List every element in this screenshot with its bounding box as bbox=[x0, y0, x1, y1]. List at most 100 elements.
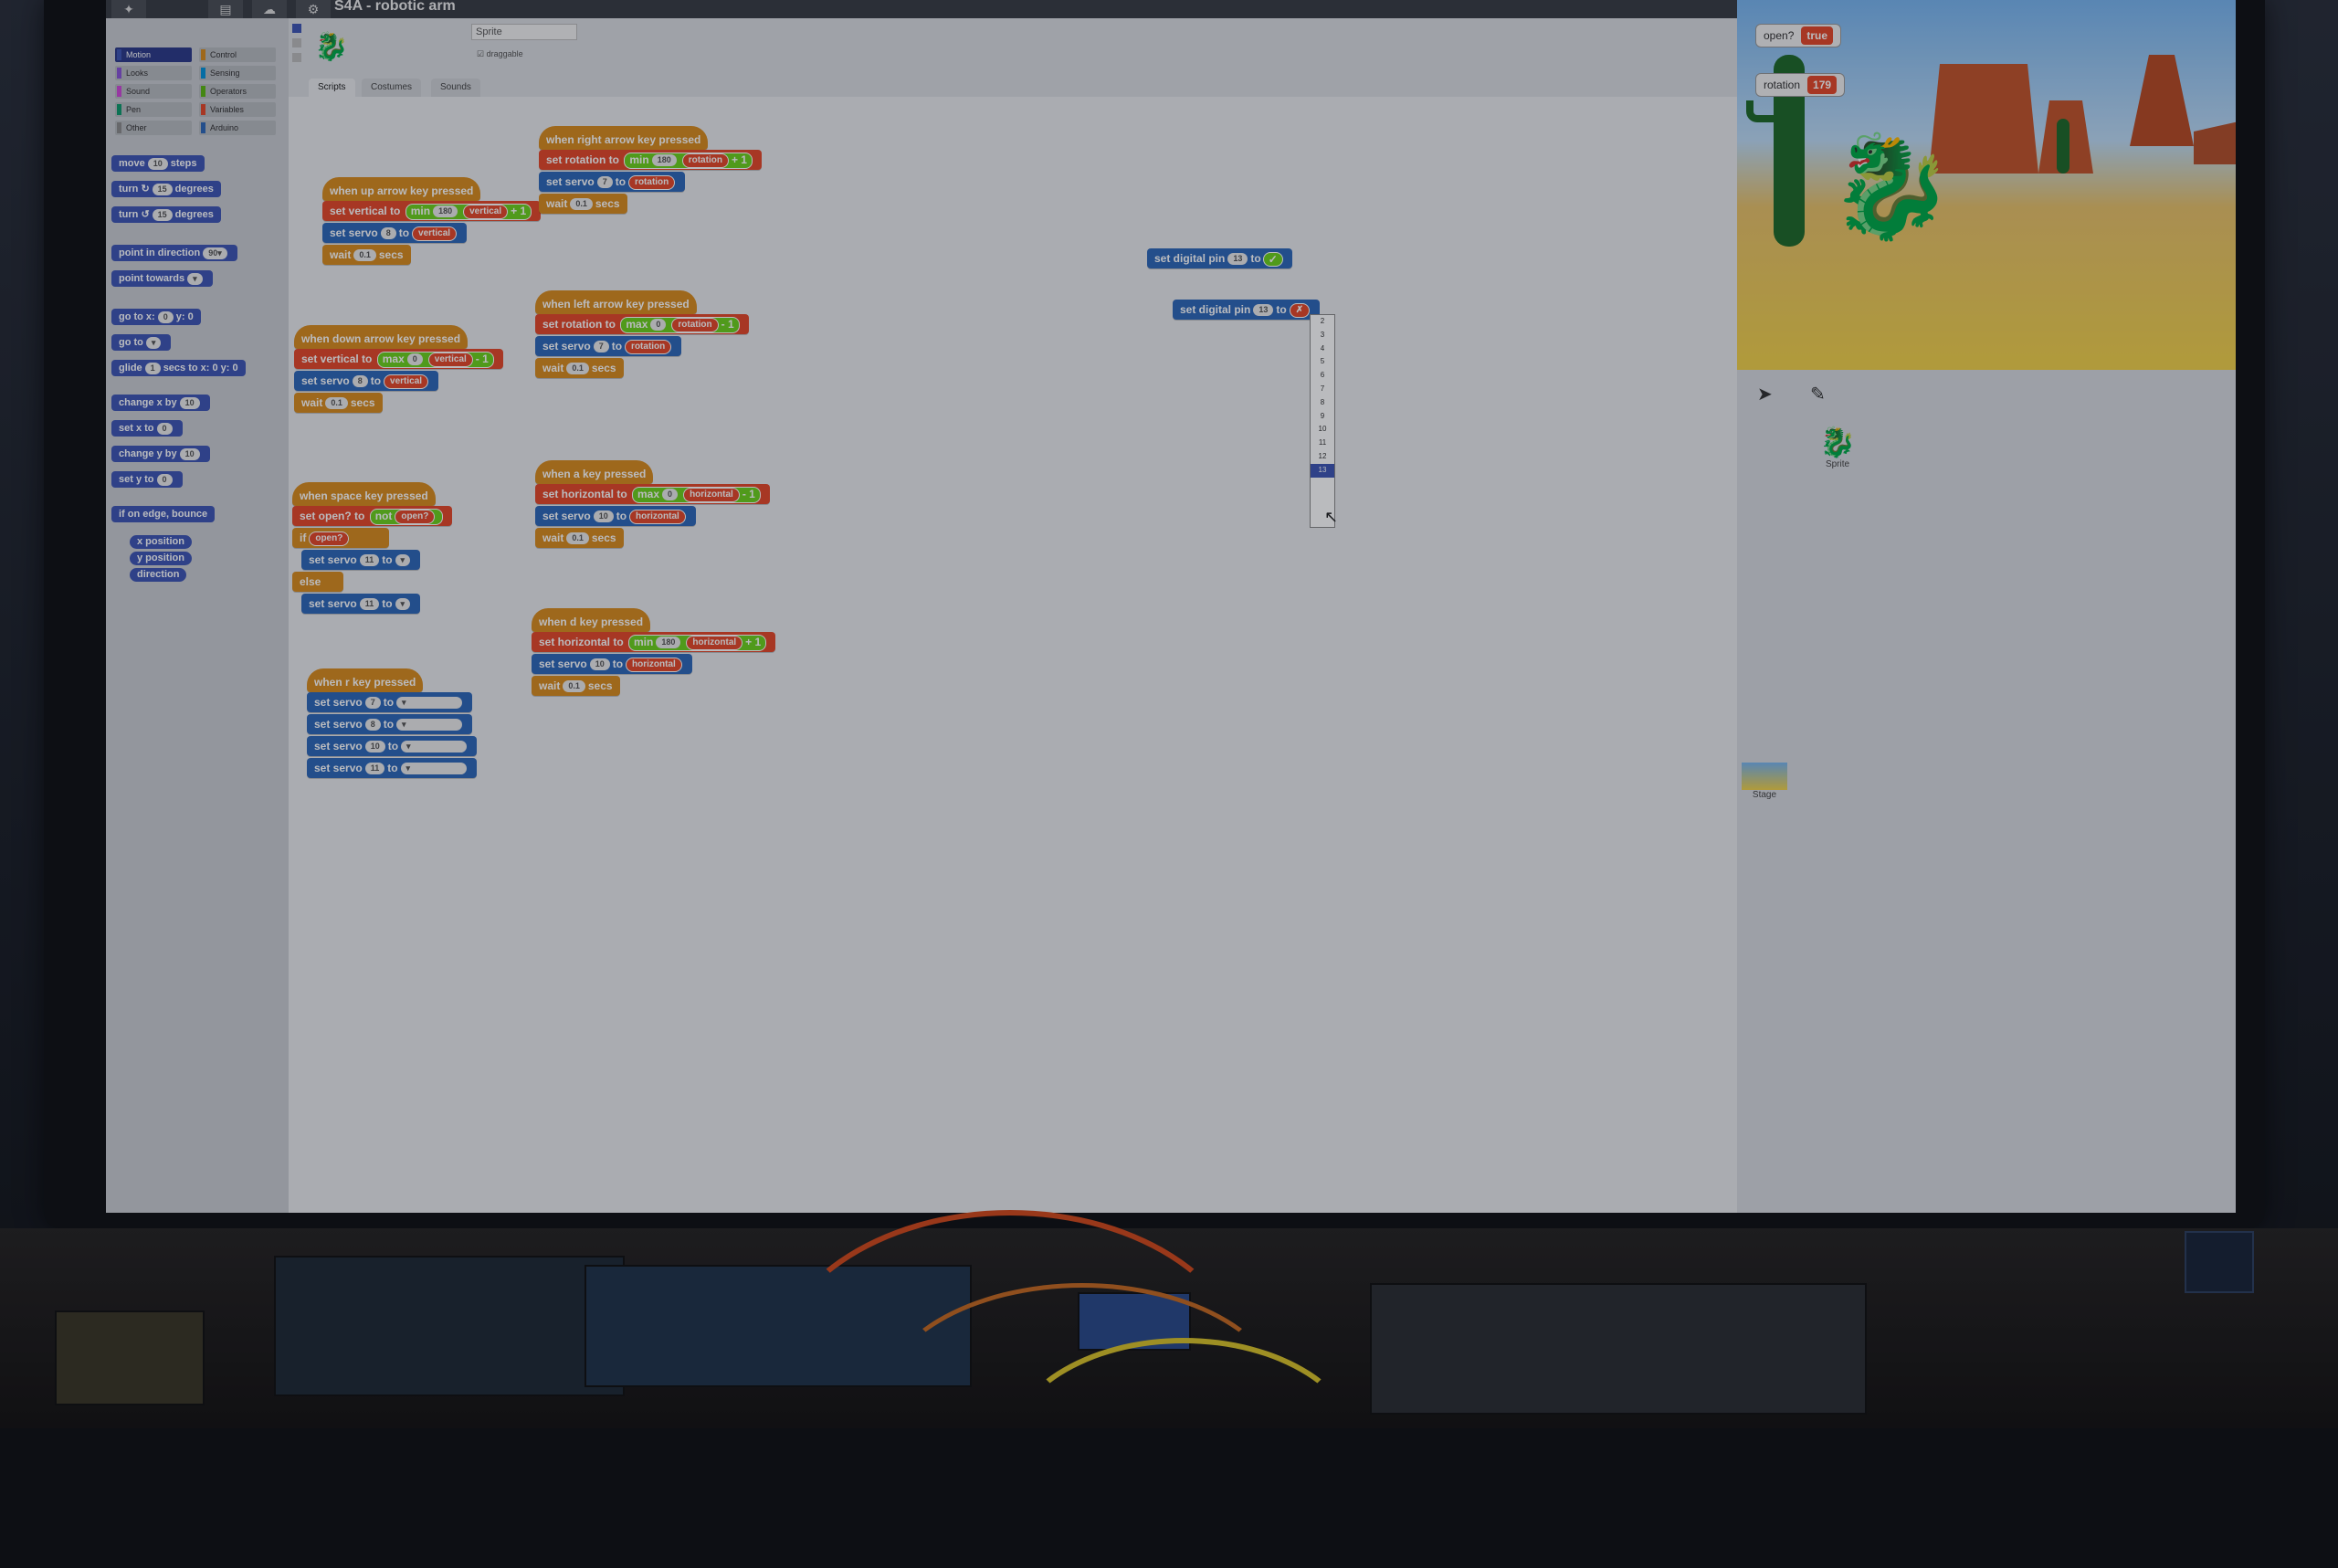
hat-right-arrow[interactable]: when right arrow key pressed bbox=[539, 126, 709, 150]
palette-block[interactable]: point in direction 90▾ bbox=[111, 245, 237, 261]
palette-block[interactable]: glide 1 secs to x: 0 y: 0 bbox=[111, 360, 246, 376]
set-servo-block[interactable]: set servo 7 to rotation bbox=[539, 172, 686, 192]
dropdown-option[interactable]: 2 bbox=[1311, 315, 1334, 329]
wait-block[interactable]: wait 0.1 secs bbox=[294, 393, 383, 413]
set-horizontal-block[interactable]: set horizontal to min 180 horizontal + 1 bbox=[532, 632, 776, 652]
sprite-corral: ➤ ✎ 🐉 Sprite Stage bbox=[1737, 370, 2236, 1213]
wait-block[interactable]: wait 0.1 secs bbox=[322, 245, 411, 265]
palette-block[interactable]: set y to 0 bbox=[111, 471, 183, 488]
tab-sounds[interactable]: Sounds bbox=[431, 79, 480, 97]
dropdown-option[interactable]: 5 bbox=[1311, 355, 1334, 369]
palette-block[interactable]: set x to 0 bbox=[111, 420, 183, 437]
category-color-swatch bbox=[201, 49, 205, 60]
set-servo-block[interactable]: set servo 8 to vertical bbox=[322, 223, 468, 243]
hat-r-key[interactable]: when r key pressed bbox=[307, 668, 424, 692]
hat-up-arrow[interactable]: when up arrow key pressed bbox=[322, 177, 481, 201]
set-servo-block[interactable]: set servo 10 to ▾ bbox=[307, 736, 478, 756]
palette-block[interactable]: turn ↻ 15 degrees bbox=[111, 181, 221, 197]
set-servo-block[interactable]: set servo 8 to ▾ bbox=[307, 714, 473, 734]
hat-left-arrow[interactable]: when left arrow key pressed bbox=[535, 290, 697, 314]
set-vertical-block[interactable]: set vertical to min 180 vertical + 1 bbox=[322, 201, 542, 221]
snap-logo-button[interactable]: ✦ bbox=[111, 0, 146, 18]
set-servo-block[interactable]: set servo 10 to horizontal bbox=[532, 654, 692, 674]
palette-block[interactable]: go to x: 0 y: 0 bbox=[111, 309, 201, 325]
category-operators[interactable]: Operators bbox=[199, 84, 276, 99]
set-horizontal-block[interactable]: set horizontal to max 0 horizontal - 1 bbox=[535, 484, 770, 504]
set-servo-block[interactable]: set servo 7 to ▾ bbox=[307, 692, 473, 712]
hat-d-key[interactable]: when d key pressed bbox=[532, 608, 651, 632]
palette-block[interactable]: point towards ▾ bbox=[111, 270, 213, 287]
category-control[interactable]: Control bbox=[199, 47, 276, 62]
sprite-name-field[interactable]: Sprite bbox=[471, 24, 577, 40]
sprite-corral-item[interactable]: 🐉 Sprite bbox=[1810, 425, 1865, 469]
script-area[interactable]: when up arrow key pressed set vertical t… bbox=[289, 97, 1737, 1213]
stage-corral-item[interactable]: Stage bbox=[1737, 763, 1792, 800]
set-servo-block[interactable]: set servo 7 to rotation bbox=[535, 336, 682, 356]
category-pen[interactable]: Pen bbox=[115, 102, 192, 117]
set-vertical-block[interactable]: set vertical to max 0 vertical - 1 bbox=[294, 349, 503, 369]
pin-dropdown-menu[interactable]: 2 3 4 5 6 7 8 9 10 11 12 13 bbox=[1310, 314, 1335, 528]
dropdown-option[interactable]: 6 bbox=[1311, 369, 1334, 383]
set-rotation-block[interactable]: set rotation to max 0 rotation - 1 bbox=[535, 314, 749, 334]
set-open-block[interactable]: set open? to not open? bbox=[292, 506, 453, 526]
hat-down-arrow[interactable]: when down arrow key pressed bbox=[294, 325, 469, 349]
category-arduino[interactable]: Arduino bbox=[199, 121, 276, 135]
palette-block[interactable]: go to ▾ bbox=[111, 334, 172, 351]
set-rotation-block[interactable]: set rotation to min 180 rotation + 1 bbox=[539, 150, 762, 170]
palette-block[interactable]: move 10 steps bbox=[111, 155, 205, 172]
stage[interactable]: 🐉 open? true rotation 179 bbox=[1737, 0, 2236, 370]
file-menu-button[interactable]: ▤ bbox=[208, 0, 243, 18]
set-servo-block[interactable]: set servo 8 to vertical bbox=[294, 371, 439, 391]
palette-block[interactable]: change x by 10 bbox=[111, 395, 210, 411]
mouse-cursor-icon: ↖ bbox=[1324, 508, 1339, 526]
set-servo-block[interactable]: set servo 11 to ▾ bbox=[301, 594, 421, 614]
wait-block[interactable]: wait 0.1 secs bbox=[532, 676, 620, 696]
set-servo-block[interactable]: set servo 10 to horizontal bbox=[535, 506, 696, 526]
category-variables[interactable]: Variables bbox=[199, 102, 276, 117]
draggable-checkbox[interactable]: ☑ draggable bbox=[477, 49, 523, 59]
hat-a-key[interactable]: when a key pressed bbox=[535, 460, 654, 484]
set-servo-block[interactable]: set servo 11 to ▾ bbox=[307, 758, 477, 778]
palette-block[interactable]: turn ↺ 15 degrees bbox=[111, 206, 221, 223]
dragon-sprite[interactable]: 🐉 bbox=[1828, 137, 1954, 237]
category-sound[interactable]: Sound bbox=[115, 84, 192, 99]
dropdown-option[interactable]: 13 bbox=[1311, 463, 1334, 478]
category-looks[interactable]: Looks bbox=[115, 66, 192, 80]
set-digital-pin-block[interactable]: set digital pin 13 to ✗ bbox=[1173, 300, 1321, 320]
dropdown-option[interactable]: 9 bbox=[1311, 410, 1334, 424]
wait-block[interactable]: wait 0.1 secs bbox=[539, 194, 627, 214]
dropdown-option[interactable]: 3 bbox=[1311, 329, 1334, 342]
arrow-tool-icon[interactable]: ➤ bbox=[1757, 383, 1773, 405]
monitor-sticker bbox=[2185, 1231, 2254, 1293]
set-digital-pin-block[interactable]: set digital pin 13 to ✓ bbox=[1147, 248, 1292, 268]
set-servo-block[interactable]: set servo 11 to ▾ bbox=[301, 550, 421, 570]
dropdown-option[interactable]: 10 bbox=[1311, 423, 1334, 437]
category-sensing[interactable]: Sensing bbox=[199, 66, 276, 80]
settings-button[interactable]: ⚙ bbox=[296, 0, 331, 18]
palette-block[interactable]: change y by 10 bbox=[111, 446, 210, 462]
category-color-swatch bbox=[117, 122, 121, 133]
rotation-style-buttons[interactable] bbox=[292, 24, 301, 75]
dropdown-option[interactable]: 8 bbox=[1311, 396, 1334, 410]
palette-block[interactable]: direction bbox=[130, 568, 187, 582]
cloud-button[interactable]: ☁ bbox=[252, 0, 287, 18]
block-palette: Motion Looks Sound Pen Other Control Sensing Op… bbox=[106, 18, 289, 1213]
if-else-block[interactable]: if open? bbox=[292, 528, 389, 548]
palette-block[interactable]: y position bbox=[130, 552, 192, 565]
tab-scripts[interactable]: Scripts bbox=[309, 79, 355, 97]
dropdown-option[interactable]: 11 bbox=[1311, 437, 1334, 450]
dropdown-option[interactable]: 12 bbox=[1311, 450, 1334, 464]
hat-space-key[interactable]: when space key pressed bbox=[292, 482, 436, 506]
palette-block[interactable]: if on edge, bounce bbox=[111, 506, 216, 522]
category-motion[interactable]: Motion bbox=[115, 47, 192, 62]
wait-block[interactable]: wait 0.1 secs bbox=[535, 528, 624, 548]
wait-block[interactable]: wait 0.1 secs bbox=[535, 358, 624, 378]
tab-costumes[interactable]: Costumes bbox=[362, 79, 422, 97]
category-other[interactable]: Other bbox=[115, 121, 192, 135]
palette-block[interactable]: x position bbox=[130, 535, 192, 549]
dropdown-option[interactable]: 4 bbox=[1311, 342, 1334, 356]
max-reporter: max 0 horizontal - 1 bbox=[632, 486, 761, 503]
dropdown-option[interactable]: 7 bbox=[1311, 383, 1334, 396]
category-label: Arduino bbox=[210, 123, 239, 132]
paint-brush-icon[interactable]: ✎ bbox=[1810, 383, 1826, 405]
